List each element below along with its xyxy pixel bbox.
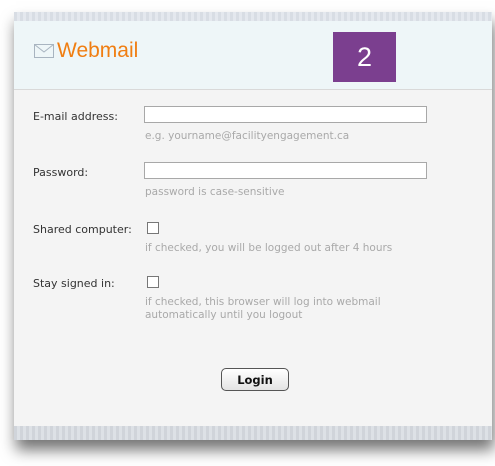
login-button[interactable]: Login: [221, 368, 289, 391]
password-hint: password is case-sensitive: [145, 186, 285, 198]
stay-signed-in-hint-line1: if checked, this browser will log into w…: [145, 296, 381, 308]
bottom-strip: [14, 426, 492, 440]
stay-signed-in-hint-line2: automatically until you logout: [145, 309, 303, 321]
password-label: Password:: [33, 166, 89, 179]
webmail-logo: Webmail: [34, 40, 138, 61]
shared-computer-checkbox[interactable]: [147, 222, 159, 234]
stay-signed-in-checkbox[interactable]: [147, 276, 159, 288]
email-hint: e.g. yourname@facilityengagement.ca: [145, 130, 350, 142]
envelope-icon: [34, 43, 54, 58]
shared-computer-hint: if checked, you will be logged out after…: [145, 242, 393, 254]
shared-computer-label: Shared computer:: [33, 223, 132, 236]
webmail-login-window: Webmail 2 E-mail address: e.g. yourname@…: [14, 12, 492, 440]
top-strip: [14, 12, 492, 21]
password-input[interactable]: [144, 162, 427, 179]
step-badge: 2: [333, 32, 396, 82]
header-divider: [14, 89, 492, 90]
header: Webmail 2: [14, 21, 492, 89]
email-input[interactable]: [144, 106, 427, 123]
stay-signed-in-label: Stay signed in:: [33, 277, 115, 290]
logo-text: Webmail: [57, 39, 139, 62]
email-label: E-mail address:: [33, 110, 118, 123]
